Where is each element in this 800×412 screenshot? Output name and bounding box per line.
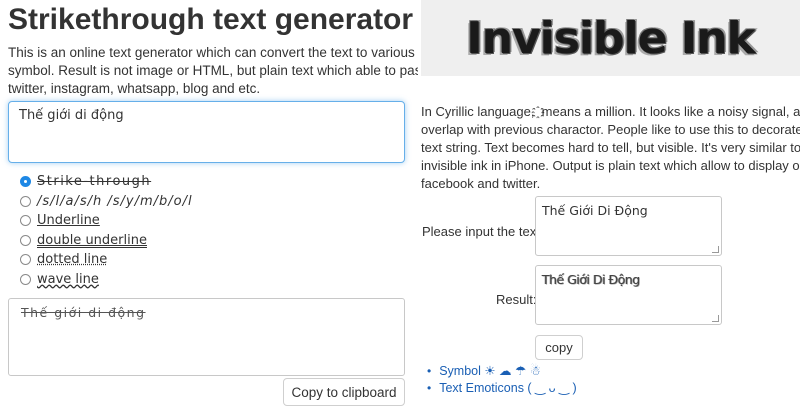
description-line: text string. Text becomes hard to tell, … <box>421 140 800 155</box>
description-line: invisible ink in iPhone. Output is plain… <box>421 158 800 173</box>
banner-title: Invisible Ink <box>466 12 755 64</box>
option-double-underline[interactable]: double underline <box>20 231 193 251</box>
intro-text: This is an online text generator which c… <box>8 44 418 98</box>
strikethrough-output[interactable]: Thế giới di động <box>8 298 405 376</box>
strikethrough-panel: Strikethrough text generator This is an … <box>0 0 418 412</box>
intro-line: This is an online text generator which c… <box>8 45 418 60</box>
option-label: Strike-through <box>37 174 152 190</box>
resize-handle-icon[interactable] <box>712 315 719 322</box>
description-line: overlap with previous charactor. People … <box>421 122 800 137</box>
radio-slash-symbol[interactable] <box>20 195 31 207</box>
page-title: Strikethrough text generator <box>8 3 414 36</box>
option-label: dotted line <box>37 252 108 268</box>
option-wave-line[interactable]: wave line <box>20 270 193 290</box>
related-links: Symbol ☀ ☁ ☂ ☃ Text Emoticons ( ‿ ᴗ ‿ ) <box>427 362 577 396</box>
radio-strike-through[interactable] <box>20 176 31 188</box>
option-label: wave line <box>37 271 99 287</box>
invisible-ink-description: In Cyrillic language, ҈ means a million.… <box>421 103 800 193</box>
radio-dotted-line[interactable] <box>20 254 31 266</box>
radio-underline[interactable] <box>20 215 31 227</box>
resize-handle-icon[interactable] <box>712 246 719 253</box>
description-line: facebook and twitter. <box>421 176 541 191</box>
invisible-ink-input[interactable]: Thế Giới Di Động <box>535 196 722 256</box>
option-label: double underline <box>37 232 147 248</box>
result-label: Result: <box>496 292 537 307</box>
style-options: Strike-through /s/l/a/s/h /s/y/m/b/o/l U… <box>20 172 193 289</box>
option-label: /s/l/a/s/h /s/y/m/b/o/l <box>37 193 193 209</box>
text-input[interactable]: Thế giới di động <box>8 101 405 163</box>
option-underline[interactable]: Underline <box>20 211 193 231</box>
radio-double-underline[interactable] <box>20 234 31 246</box>
option-label: Underline <box>37 213 100 229</box>
invisible-ink-banner: Invisible Ink <box>421 0 800 76</box>
description-line: In Cyrillic language, ҈ means a million.… <box>421 104 800 119</box>
link-text-emoticons[interactable]: Text Emoticons ( ‿ ᴗ ‿ ) <box>427 379 577 396</box>
option-strike-through[interactable]: Strike-through <box>20 172 193 192</box>
invisible-ink-result-value: Thế Giới Di Động <box>542 272 640 287</box>
intro-line: twitter, instagram, whatsapp, blog and e… <box>8 81 261 96</box>
option-dotted-line[interactable]: dotted line <box>20 250 193 270</box>
copy-to-clipboard-button[interactable]: Copy to clipboard <box>283 378 405 406</box>
invisible-ink-panel: Invisible Ink In Cyrillic language, ҈ me… <box>421 0 800 412</box>
copy-button[interactable]: copy <box>535 335 583 360</box>
input-label: Please input the text: <box>422 224 544 239</box>
invisible-ink-result[interactable]: Thế Giới Di Động <box>535 265 722 325</box>
intro-line: symbol. Result is not image or HTML, but… <box>8 63 418 78</box>
link-symbol[interactable]: Symbol ☀ ☁ ☂ ☃ <box>427 362 577 379</box>
option-slash-symbol[interactable]: /s/l/a/s/h /s/y/m/b/o/l <box>20 192 193 212</box>
invisible-ink-input-value: Thế Giới Di Động <box>542 203 648 218</box>
radio-wave-line[interactable] <box>20 273 31 285</box>
